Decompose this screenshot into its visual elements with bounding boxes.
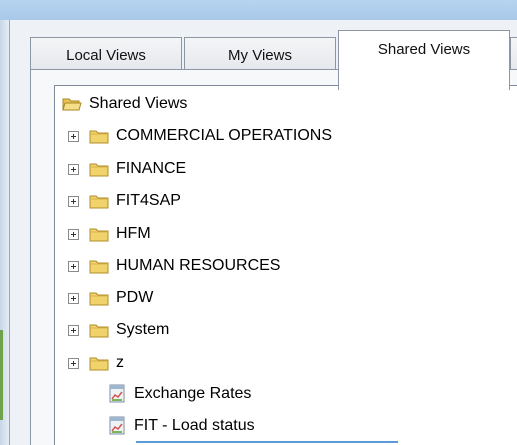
expand-icon[interactable] <box>68 292 79 304</box>
tree-node-label: Shared Views <box>89 95 188 112</box>
tree-view-exchange-rates[interactable]: Exchange Rates <box>107 383 251 405</box>
folder-icon <box>89 292 109 306</box>
expand-icon[interactable] <box>68 195 79 207</box>
tab-local-views[interactable]: Local Views <box>30 37 182 72</box>
folder-icon <box>89 130 109 144</box>
tree-folder-hfm[interactable]: HFM <box>68 223 151 245</box>
tab-my-views[interactable]: My Views <box>184 37 336 72</box>
tree-node-label: FIT - Load status <box>134 417 255 434</box>
tree-node-label: Exchange Rates <box>134 385 252 402</box>
tab-overflow[interactable] <box>510 37 517 72</box>
folder-icon <box>89 195 109 209</box>
expand-icon[interactable] <box>68 260 79 272</box>
expand-icon[interactable] <box>68 163 79 175</box>
tree-folder-finance[interactable]: FINANCE <box>68 158 186 180</box>
folder-icon <box>89 260 109 274</box>
folder-icon <box>89 228 109 242</box>
tab-label: Shared Views <box>377 41 471 58</box>
tab-label: Local Views <box>66 46 146 64</box>
selection-highlight <box>136 441 398 443</box>
tree-node-label: HFM <box>116 225 151 242</box>
expand-icon[interactable] <box>68 228 79 240</box>
tree-node-label: PDW <box>116 289 154 306</box>
expand-icon[interactable] <box>68 324 79 336</box>
tab-shared-views[interactable]: Shared Views <box>338 30 510 90</box>
window-title-bar <box>0 0 517 20</box>
left-window-edge <box>0 20 10 445</box>
tree-folder-commercial-operations[interactable]: COMMERCIAL OPERATIONS <box>68 125 332 147</box>
report-view-icon <box>109 416 125 435</box>
tab-label: My Views <box>228 46 292 64</box>
folder-icon <box>89 324 109 338</box>
tree-folder-system[interactable]: System <box>68 319 169 341</box>
edge-accent <box>0 330 3 420</box>
folder-icon <box>89 357 109 371</box>
tree-root-shared-views[interactable]: Shared Views <box>62 93 187 115</box>
report-view-icon <box>109 384 125 403</box>
tree-folder-human-resources[interactable]: HUMAN RESOURCES <box>68 255 280 277</box>
expand-icon[interactable] <box>68 357 79 369</box>
tree-node-label: FINANCE <box>116 160 187 177</box>
tree-node-label: FIT4SAP <box>116 192 181 209</box>
expand-icon[interactable] <box>68 130 79 142</box>
tree-node-label: COMMERCIAL OPERATIONS <box>116 127 333 144</box>
tree-view-fit-load-status[interactable]: FIT - Load status <box>107 415 255 437</box>
tree-folder-fit4sap[interactable]: FIT4SAP <box>68 190 181 212</box>
folder-icon <box>89 163 109 177</box>
tree-folder-z[interactable]: z <box>68 352 124 374</box>
tree-node-label: System <box>116 321 170 338</box>
tree-folder-pdw[interactable]: PDW <box>68 287 153 309</box>
tree-node-label: HUMAN RESOURCES <box>116 257 281 274</box>
folder-open-icon <box>62 98 82 111</box>
tree-node-label: z <box>116 354 124 371</box>
